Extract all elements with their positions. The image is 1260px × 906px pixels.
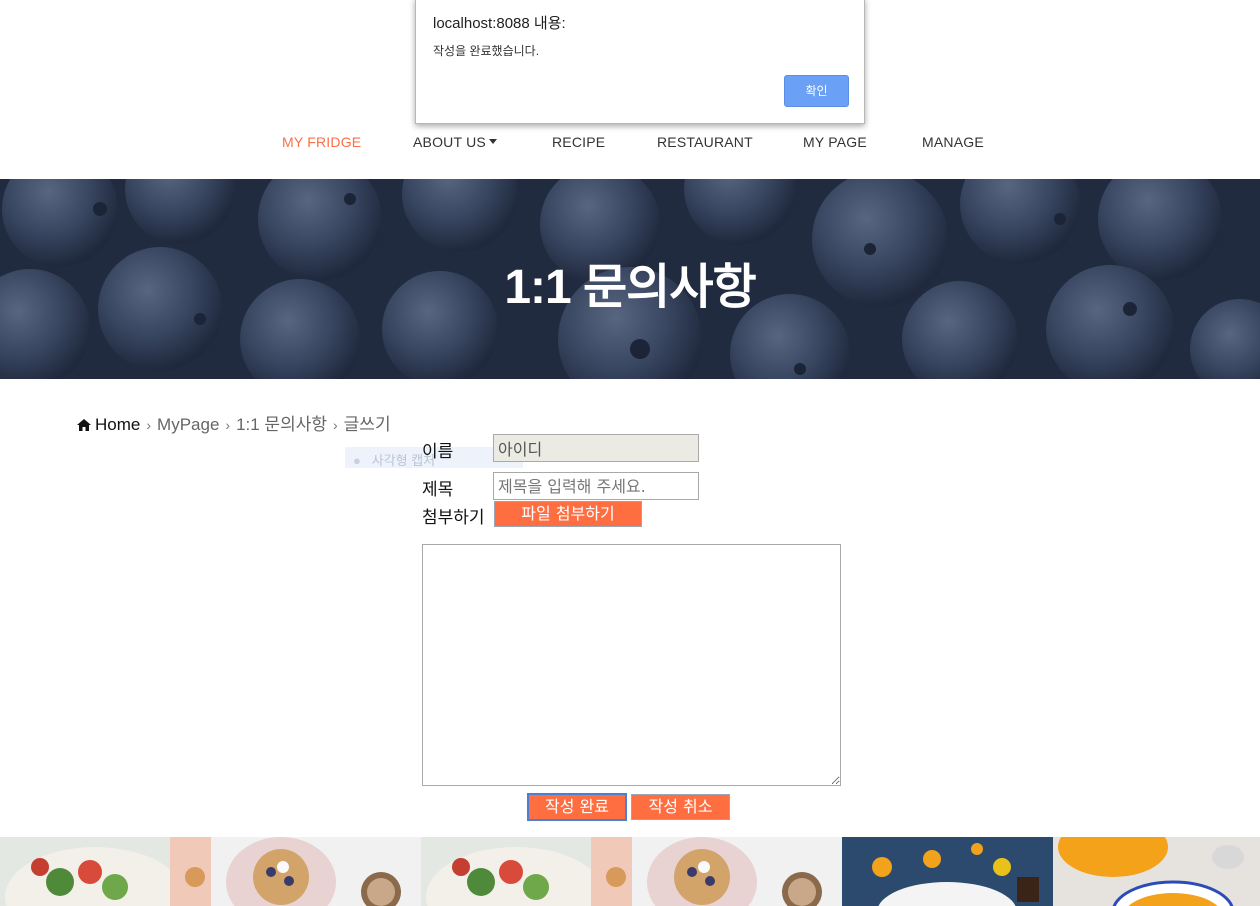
title-input[interactable]	[493, 472, 699, 500]
waffle-image	[211, 837, 421, 906]
ghost-dot-icon: ●	[353, 453, 361, 468]
dialog-ok-button[interactable]: 확인	[784, 75, 849, 107]
breadcrumb-inquiry[interactable]: 1:1 문의사항	[236, 415, 327, 434]
breadcrumb: Home › MyPage › 1:1 문의사항 › 글쓰기	[77, 410, 391, 435]
waffle-image	[632, 837, 842, 906]
dialog-message: 작성을 완료했습니다.	[433, 44, 540, 58]
soup-image	[1053, 837, 1260, 906]
page-title: 1:1 문의사항	[504, 261, 756, 314]
nav-item-my-fridge[interactable]: MY FRIDGE	[282, 134, 361, 150]
caret-down-icon	[488, 139, 497, 144]
hero-banner: 1:1 문의사항	[0, 179, 1260, 379]
file-attach-button[interactable]: 파일 첨부하기	[494, 501, 642, 527]
nav-item-my-page[interactable]: MY PAGE	[803, 134, 867, 150]
content-textarea[interactable]	[422, 544, 841, 786]
chevron-right-icon: ›	[225, 417, 231, 433]
breadcrumb-write: 글쓰기	[343, 415, 391, 434]
nav-item-about-us-label: ABOUT US	[413, 134, 486, 150]
footer-image-strip	[0, 837, 1260, 906]
name-field[interactable]	[493, 434, 699, 462]
breadcrumb-home[interactable]: Home	[77, 415, 140, 434]
home-icon	[77, 419, 91, 431]
alert-dialog: localhost:8088 내용: 작성을 완료했습니다. 확인	[415, 0, 865, 124]
fruit-image	[842, 837, 1053, 906]
main-nav: MY FRIDGE ABOUT US RECIPE RESTAURANT MY …	[0, 124, 1260, 164]
submit-button[interactable]: 작성 완료	[527, 793, 627, 821]
breadcrumb-mypage[interactable]: MyPage	[157, 415, 219, 434]
salad-image	[0, 837, 211, 906]
cancel-button[interactable]: 작성 취소	[631, 794, 730, 820]
breadcrumb-home-label: Home	[95, 415, 141, 434]
food-image-waffle	[211, 837, 421, 906]
title-label: 제목	[422, 480, 454, 499]
nav-item-manage[interactable]: MANAGE	[922, 134, 984, 150]
nav-item-about-us[interactable]: ABOUT US	[413, 134, 497, 150]
nav-item-restaurant[interactable]: RESTAURANT	[657, 134, 753, 150]
food-image-waffle-2	[632, 837, 842, 906]
food-image-salad-2	[421, 837, 632, 906]
dialog-title: localhost:8088 내용:	[433, 15, 566, 32]
chevron-right-icon: ›	[146, 417, 152, 433]
salad-image	[421, 837, 632, 906]
attach-label: 첨부하기	[422, 508, 485, 527]
name-label: 이름	[422, 442, 454, 461]
chevron-right-icon: ›	[333, 417, 338, 433]
food-image-salad	[0, 837, 211, 906]
nav-item-recipe[interactable]: RECIPE	[552, 134, 605, 150]
food-image-soup	[1053, 837, 1260, 906]
food-image-fruit	[842, 837, 1053, 906]
